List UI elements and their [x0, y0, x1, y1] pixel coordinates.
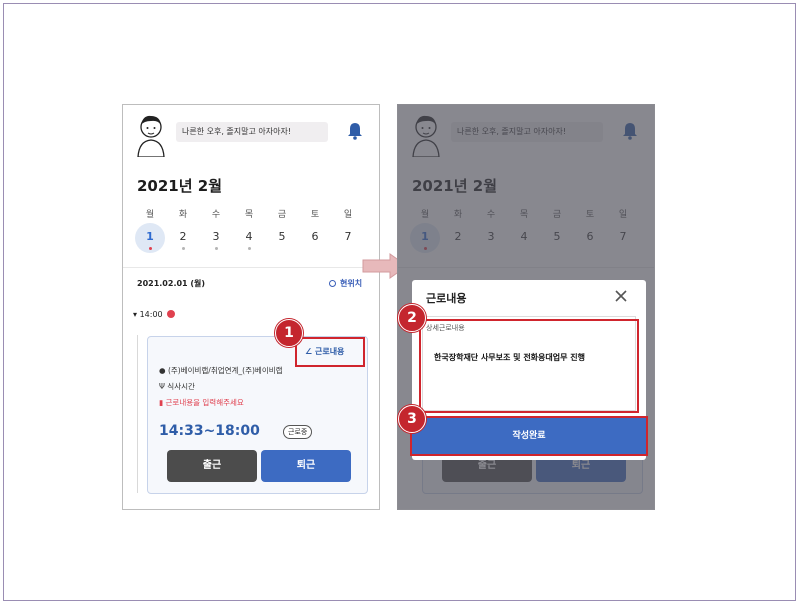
month-title: 2021년 2월 [137, 177, 223, 195]
checkout-button[interactable]: 퇴근 [261, 450, 351, 482]
current-location-link[interactable]: 현위치 [329, 278, 362, 289]
selected-date: 2021.02.01 (월) [137, 279, 206, 288]
work-time-range: 14:33~18:00 [159, 423, 260, 439]
day-1[interactable]: 1 [135, 223, 165, 253]
workplace-line: ● (주)베이비랩/취업연계_(주)베이비랩 [159, 366, 283, 375]
day-marker [248, 247, 251, 250]
warning-line: ▮ 근로내용을 입력해주세요 [159, 398, 244, 407]
weekday-mon: 월 [145, 210, 155, 220]
modal-title: 근로내용 [426, 292, 467, 305]
step-marker-3: 3 [398, 405, 426, 433]
day-6[interactable]: 6 [300, 223, 330, 253]
weekday-thu: 목 [244, 210, 254, 220]
status-badge: 근로중 [283, 425, 313, 439]
time-slot[interactable]: ▾ 14:00 [133, 310, 175, 319]
step-marker-2: 2 [398, 304, 426, 332]
day-3[interactable]: 3 [201, 223, 231, 253]
timeline-line [137, 335, 138, 493]
divider [123, 267, 379, 268]
weekday-wed: 수 [211, 210, 221, 220]
weekday-sun: 일 [343, 210, 353, 220]
greeting-banner: 나른한 오후, 졸지말고 아자아자! [176, 122, 328, 142]
day-4[interactable]: 4 [234, 223, 264, 253]
bell-icon[interactable] [347, 122, 363, 140]
day-7[interactable]: 7 [333, 223, 363, 253]
day-marker [215, 247, 218, 250]
screen-after: 나른한 오후, 졸지말고 아자아자! 2021년 2월 월 화 수 목 금 토 … [397, 104, 655, 510]
location-icon [329, 280, 336, 287]
app-header: 나른한 오후, 졸지말고 아자아자! [123, 105, 379, 165]
screen-before: 나른한 오후, 졸지말고 아자아자! 2021년 2월 월 화 수 목 금 토 … [122, 104, 380, 510]
day-marker [149, 247, 152, 250]
avatar[interactable] [134, 113, 168, 157]
callout-highlight-1 [295, 337, 365, 367]
step-marker-1: 1 [275, 319, 303, 347]
break-line: Ψ 식사시간 [159, 382, 195, 391]
day-2[interactable]: 2 [168, 223, 198, 253]
callout-highlight-2 [419, 319, 639, 413]
day-marker [182, 247, 185, 250]
close-icon[interactable] [614, 289, 628, 303]
checkin-button[interactable]: 출근 [167, 450, 257, 482]
weekday-fri: 금 [277, 210, 287, 220]
day-5[interactable]: 5 [267, 223, 297, 253]
weekday-sat: 토 [310, 210, 320, 220]
alert-icon [166, 310, 175, 318]
callout-highlight-3 [410, 416, 648, 456]
weekday-tue: 화 [178, 210, 188, 220]
